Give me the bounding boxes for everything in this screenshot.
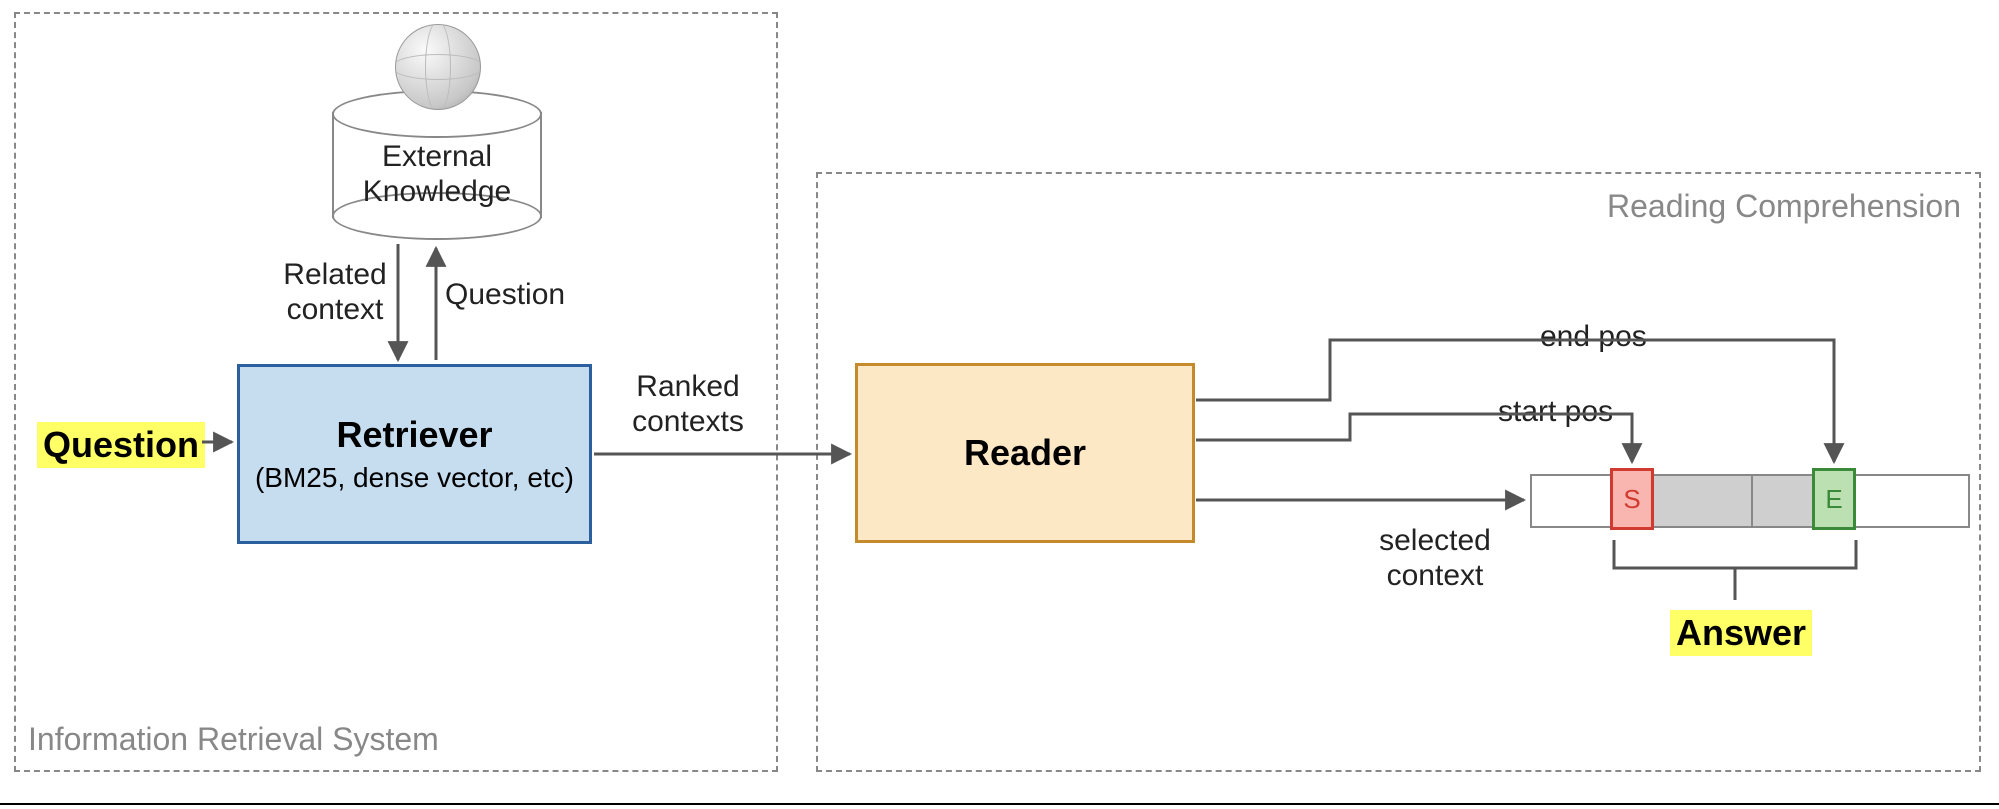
panel-rc-label: Reading Comprehension [1607,188,1961,225]
label-end-pos: end pos [1540,320,1647,355]
retriever-title: Retriever [336,414,492,456]
token-end: E [1812,468,1856,530]
question-highlight: Question [37,422,205,468]
ext-knowledge-l1: External [382,140,492,173]
retriever-box: Retriever (BM25, dense vector, etc) [237,364,592,544]
retriever-subtitle: (BM25, dense vector, etc) [255,462,574,494]
label-question-up: Question [445,278,565,313]
label-start-pos: start pos [1498,395,1613,430]
context-bar-span [1648,476,1820,526]
answer-highlight: Answer [1670,610,1812,656]
label-related-context: Related context [275,258,395,327]
reader-box: Reader [855,363,1195,543]
wikipedia-globe-icon [395,24,481,110]
token-start: S [1610,468,1654,530]
label-selected-context: selected context [1365,524,1505,593]
ext-knowledge-l2: Knowledge [363,175,511,208]
label-ranked-contexts: Ranked contexts [618,370,758,439]
panel-ir-label: Information Retrieval System [28,721,439,758]
reader-title: Reader [964,432,1086,474]
bottom-rule [0,803,1999,805]
external-knowledge-cylinder: External Knowledge [332,90,542,240]
